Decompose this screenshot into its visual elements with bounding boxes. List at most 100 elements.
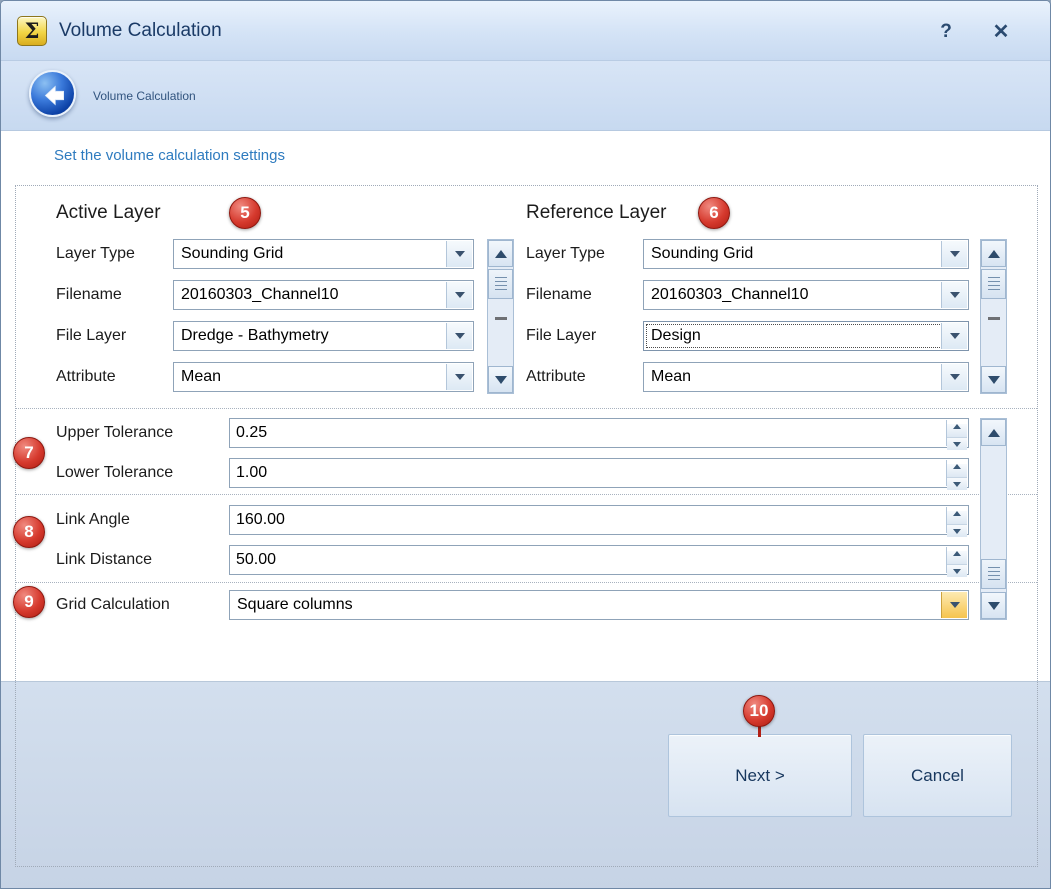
- back-button[interactable]: [29, 70, 76, 117]
- upper-tolerance-label: Upper Tolerance: [56, 418, 173, 448]
- help-icon[interactable]: ?: [929, 21, 963, 45]
- active-layer-title: Active Layer: [56, 198, 161, 228]
- arrow-up-icon: [953, 464, 961, 469]
- spinner-buttons: [946, 420, 967, 446]
- combo-value: Design: [651, 322, 938, 350]
- reference-layer-type-label: Layer Type: [526, 239, 605, 269]
- chevron-down-icon[interactable]: [941, 364, 967, 390]
- arrow-down-icon: [988, 602, 1000, 610]
- spin-down-button[interactable]: [947, 564, 967, 577]
- combo-value: Mean: [181, 363, 443, 391]
- chevron-down-glyph: [950, 374, 960, 380]
- sigma-app-icon: Σ: [17, 16, 47, 46]
- spin-up-button[interactable]: [947, 464, 967, 477]
- cancel-button[interactable]: Cancel: [863, 734, 1012, 817]
- scroll-grip-icon: [988, 567, 1000, 582]
- scroll-up-button[interactable]: [981, 240, 1006, 267]
- reference-file-layer-label: File Layer: [526, 321, 596, 351]
- reference-filename-combo[interactable]: 20160303_Channel10: [643, 280, 969, 310]
- scroll-thumb[interactable]: [981, 269, 1006, 299]
- arrow-down-icon: [495, 376, 507, 384]
- arrow-down-icon: [953, 482, 961, 487]
- active-layer-type-label: Layer Type: [56, 239, 135, 269]
- lower-tolerance-input[interactable]: [236, 460, 942, 486]
- scroll-grip-icon: [495, 277, 507, 292]
- chevron-down-icon[interactable]: [446, 241, 472, 267]
- link-distance-field: [229, 545, 969, 575]
- active-filename-combo[interactable]: 20160303_Channel10: [173, 280, 474, 310]
- reference-layer-scrollbar[interactable]: [980, 239, 1007, 394]
- upper-tolerance-input[interactable]: [236, 420, 942, 446]
- spin-up-button[interactable]: [947, 551, 967, 564]
- active-attribute-combo[interactable]: Mean: [173, 362, 474, 392]
- scroll-down-button[interactable]: [981, 592, 1006, 619]
- arrow-up-icon: [988, 250, 1000, 258]
- page-subtitle: Set the volume calculation settings: [54, 147, 285, 164]
- chevron-down-icon[interactable]: [941, 241, 967, 267]
- scroll-grip-icon: [988, 277, 1000, 292]
- spinner-buttons: [946, 547, 967, 573]
- chevron-down-icon[interactable]: [941, 282, 967, 308]
- chevron-down-icon[interactable]: [446, 282, 472, 308]
- reference-file-layer-combo[interactable]: Design: [643, 321, 969, 351]
- link-distance-label: Link Distance: [56, 545, 152, 575]
- reference-layer-type-combo[interactable]: Sounding Grid: [643, 239, 969, 269]
- arrow-down-icon: [988, 376, 1000, 384]
- active-file-layer-label: File Layer: [56, 321, 126, 351]
- chevron-down-glyph: [950, 292, 960, 298]
- reference-attribute-combo[interactable]: Mean: [643, 362, 969, 392]
- step-badge-9: 9: [13, 586, 45, 618]
- back-arrow-icon: [37, 78, 72, 113]
- grid-calculation-combo[interactable]: Square columns: [229, 590, 969, 620]
- combo-value: Sounding Grid: [651, 240, 938, 268]
- link-angle-label: Link Angle: [56, 505, 130, 535]
- scroll-down-button[interactable]: [981, 366, 1006, 393]
- close-icon[interactable]: ✕: [983, 21, 1017, 45]
- chevron-down-glyph: [455, 333, 465, 339]
- separator: [16, 494, 1037, 495]
- link-angle-input[interactable]: [236, 507, 942, 533]
- link-distance-input[interactable]: [236, 547, 942, 573]
- chevron-down-icon[interactable]: [941, 323, 967, 349]
- step-badge-7: 7: [13, 437, 45, 469]
- active-layer-scrollbar[interactable]: [487, 239, 514, 394]
- chevron-down-icon[interactable]: [941, 592, 967, 618]
- spinner-buttons: [946, 460, 967, 486]
- grid-calculation-label: Grid Calculation: [56, 590, 170, 620]
- settings-scrollbar[interactable]: [980, 418, 1007, 620]
- scroll-up-button[interactable]: [981, 419, 1006, 446]
- spin-up-button[interactable]: [947, 424, 967, 437]
- spin-up-button[interactable]: [947, 511, 967, 524]
- step-badge-8: 8: [13, 516, 45, 548]
- next-button[interactable]: Next >: [668, 734, 852, 817]
- combo-value: 20160303_Channel10: [181, 281, 443, 309]
- chevron-down-glyph: [455, 374, 465, 380]
- scroll-dash-icon: [988, 317, 1000, 320]
- scroll-thumb[interactable]: [981, 559, 1006, 589]
- combo-value: Dredge - Bathymetry: [181, 322, 443, 350]
- spin-down-button[interactable]: [947, 477, 967, 490]
- header-title: Volume Calculation: [93, 61, 196, 131]
- arrow-up-icon: [953, 424, 961, 429]
- wizard-header: Volume Calculation: [1, 61, 1050, 131]
- combo-value: Mean: [651, 363, 938, 391]
- spin-down-button[interactable]: [947, 437, 967, 450]
- separator: [16, 582, 1037, 583]
- arrow-down-icon: [953, 529, 961, 534]
- scroll-thumb[interactable]: [488, 269, 513, 299]
- chevron-down-glyph: [950, 602, 960, 608]
- arrow-up-icon: [988, 429, 1000, 437]
- active-layer-type-combo[interactable]: Sounding Grid: [173, 239, 474, 269]
- scroll-up-button[interactable]: [488, 240, 513, 267]
- active-file-layer-combo[interactable]: Dredge - Bathymetry: [173, 321, 474, 351]
- link-angle-field: [229, 505, 969, 535]
- chevron-down-glyph: [950, 251, 960, 257]
- scroll-down-button[interactable]: [488, 366, 513, 393]
- lower-tolerance-label: Lower Tolerance: [56, 458, 173, 488]
- arrow-down-icon: [953, 569, 961, 574]
- chevron-down-icon[interactable]: [446, 323, 472, 349]
- chevron-down-icon[interactable]: [446, 364, 472, 390]
- chevron-down-glyph: [455, 251, 465, 257]
- spin-down-button[interactable]: [947, 524, 967, 537]
- step-badge-5: 5: [229, 197, 261, 229]
